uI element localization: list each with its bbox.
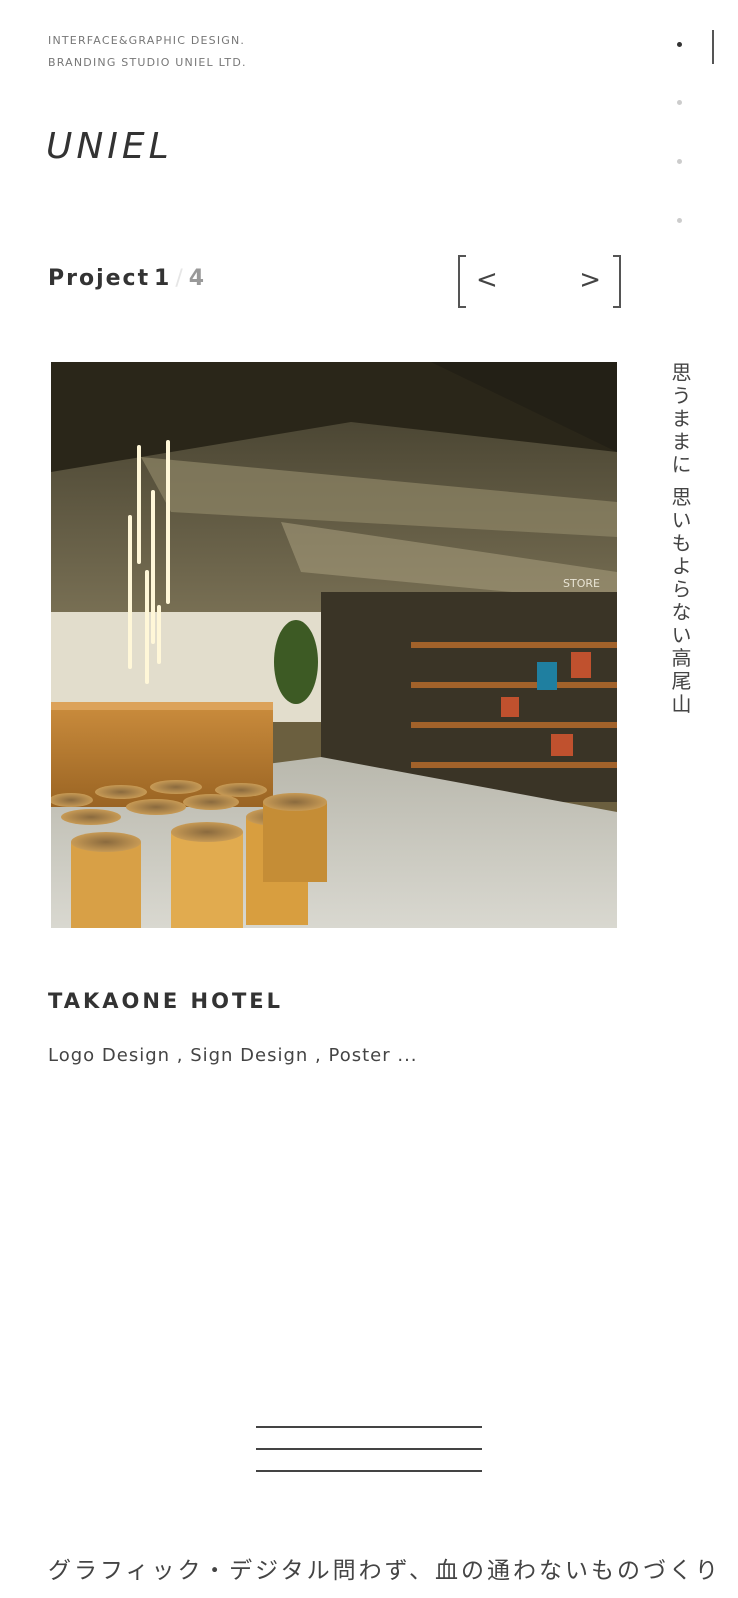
project-image[interactable]: STORE bbox=[51, 362, 617, 928]
section-dot-1[interactable] bbox=[677, 42, 682, 47]
store-sign: STORE bbox=[563, 577, 600, 590]
counter-separator: / bbox=[175, 266, 183, 291]
chevron-right-icon[interactable]: > bbox=[579, 263, 601, 297]
menu-line-2 bbox=[256, 1448, 482, 1450]
project-label: Project bbox=[48, 266, 151, 291]
section-dot-4[interactable] bbox=[677, 218, 682, 223]
slider-controls: < > bbox=[458, 255, 621, 308]
tagline-line-1: INTERFACE&GRAPHIC DESIGN. bbox=[48, 34, 246, 47]
site-logo[interactable]: UNIEL bbox=[46, 126, 173, 167]
section-dot-2[interactable] bbox=[677, 100, 682, 105]
project-counter: 1/4 bbox=[154, 266, 204, 291]
chevron-left-icon[interactable]: < bbox=[476, 263, 498, 297]
hamburger-menu-icon[interactable] bbox=[256, 1426, 482, 1476]
tagline-line-2: BRANDING STUDIO UNIEL LTD. bbox=[48, 56, 247, 69]
bracket-left bbox=[458, 255, 466, 308]
scroll-indicator bbox=[712, 30, 714, 64]
studio-tagline: INTERFACE&GRAPHIC DESIGN. BRANDING STUDI… bbox=[48, 30, 247, 74]
vertical-tagline: 思うままに 思いもよらない高尾山 bbox=[668, 362, 692, 717]
section-dot-3[interactable] bbox=[677, 159, 682, 164]
menu-line-1 bbox=[256, 1426, 482, 1428]
counter-total: 4 bbox=[188, 266, 205, 291]
bracket-right bbox=[613, 255, 621, 308]
footer-copy: グラフィック・デジタル問わず、血の通わないものづくり bbox=[48, 1558, 722, 1584]
project-title[interactable]: TAKAONE HOTEL bbox=[48, 989, 283, 1013]
project-tags: Logo Design , Sign Design , Poster ... bbox=[48, 1045, 418, 1066]
menu-line-3 bbox=[256, 1470, 482, 1472]
counter-current: 1 bbox=[154, 266, 170, 291]
